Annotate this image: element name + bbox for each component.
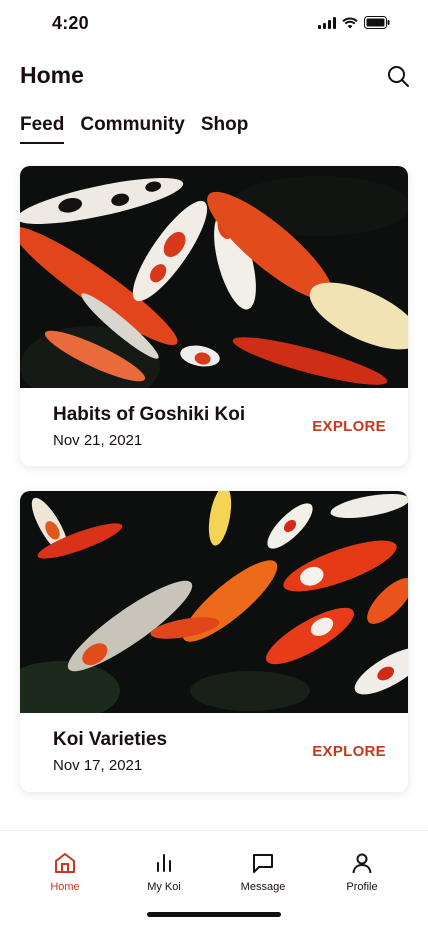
nav-label: Message xyxy=(240,881,286,893)
article-card[interactable]: Koi Varieties Nov 17, 2021 EXPLORE xyxy=(20,491,408,792)
tab-community[interactable]: Community xyxy=(80,114,185,144)
tab-feed[interactable]: Feed xyxy=(20,114,65,144)
search-button[interactable] xyxy=(386,64,410,88)
article-card[interactable]: Habits of Goshiki Koi Nov 21, 2021 EXPLO… xyxy=(20,166,408,466)
message-icon xyxy=(253,854,273,873)
page-title: Home xyxy=(20,62,84,88)
card-date: Nov 17, 2021 xyxy=(53,757,143,774)
card-body: Habits of Goshiki Koi Nov 21, 2021 EXPLO… xyxy=(20,388,408,466)
explore-button[interactable]: EXPLORE xyxy=(312,743,386,760)
explore-button[interactable]: EXPLORE xyxy=(312,418,386,435)
status-time: 4:20 xyxy=(52,13,89,33)
nav-profile[interactable]: Profile xyxy=(317,851,407,893)
card-date: Nov 21, 2021 xyxy=(53,432,143,449)
home-icon xyxy=(55,853,75,873)
nav-label: Profile xyxy=(346,881,378,893)
nav-message[interactable]: Message xyxy=(218,851,308,893)
search-icon xyxy=(388,66,409,87)
card-body: Koi Varieties Nov 17, 2021 EXPLORE xyxy=(20,713,408,792)
wifi-icon xyxy=(342,16,358,29)
battery-icon xyxy=(364,16,390,29)
koi-pond-image xyxy=(20,166,408,388)
cellular-signal-icon xyxy=(318,16,336,29)
tab-shop[interactable]: Shop xyxy=(201,114,249,144)
bar-chart-icon xyxy=(157,854,171,872)
card-title: Habits of Goshiki Koi xyxy=(53,404,246,425)
nav-home[interactable]: Home xyxy=(20,851,110,893)
nav-label: Home xyxy=(50,881,80,893)
home-indicator xyxy=(147,912,281,917)
tab-bar: Feed Community Shop xyxy=(20,114,248,144)
nav-label: My Koi xyxy=(147,881,181,893)
status-icons xyxy=(318,16,390,29)
profile-icon xyxy=(352,853,372,874)
nav-my-koi[interactable]: My Koi xyxy=(119,851,209,893)
status-bar: 4:20 xyxy=(0,0,428,48)
card-title: Koi Varieties xyxy=(53,729,168,750)
koi-pond-image xyxy=(20,491,408,713)
